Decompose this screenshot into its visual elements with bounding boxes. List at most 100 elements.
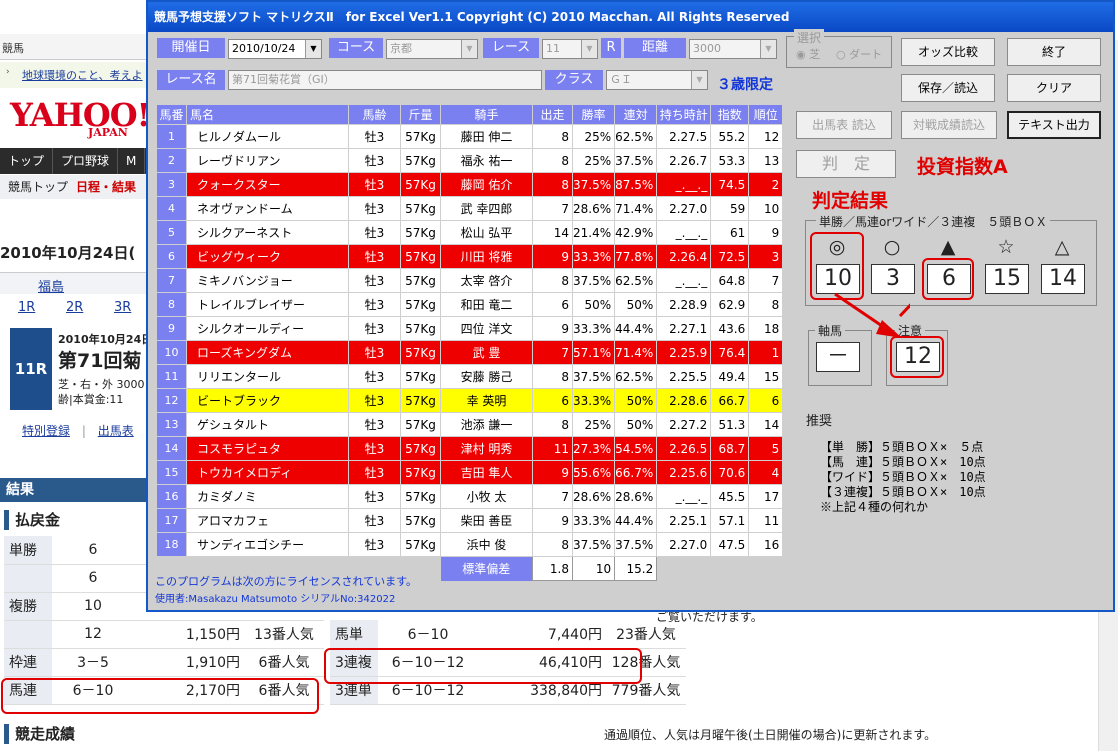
index-value: 66.7 — [710, 388, 750, 413]
table-row[interactable]: 14 コスモラピュタ 牡3 57Kg 津村 明秀 11 27.3% 54.5% 2.26.5 68… — [156, 436, 784, 461]
index-value: 57.1 — [710, 508, 750, 533]
best-time: _.__._ — [656, 484, 712, 509]
table-row[interactable]: 10 ローズキングダム 牡3 57Kg 武 豊 7 57.1% 71.4% 2.25.9 76.4… — [156, 340, 784, 365]
table-row[interactable]: 8 トレイルブレイザー 牡3 57Kg 和田 竜二 6 50% 50% 2.28.9 62.9 8 — [156, 292, 784, 317]
win-rate: 25% — [571, 124, 616, 149]
rank: 15 — [748, 364, 784, 389]
payout-number: 6－10 — [378, 620, 478, 649]
highlight-caution — [890, 336, 944, 378]
rank: 14 — [748, 412, 784, 437]
win-rate: 57.1% — [571, 340, 616, 365]
exit-button[interactable]: 終了 — [1007, 38, 1101, 66]
nav-item[interactable]: プロ野球 — [53, 148, 119, 174]
horse-weight: 57Kg — [400, 124, 441, 149]
race-select[interactable]: 11 ▼ — [542, 39, 598, 59]
radio-dirt[interactable]: ○ ダート — [836, 46, 882, 62]
special-registration-link[interactable]: 特別登録 — [22, 424, 70, 438]
win-rate: 28.6% — [571, 484, 616, 509]
ticker-link[interactable]: 地球環境のこと、考えよ — [22, 67, 143, 83]
col-header: 馬番 — [156, 104, 187, 125]
best-time: _.__._ — [656, 172, 712, 197]
judge-button[interactable]: 判 定 — [796, 150, 896, 178]
index-value: 76.4 — [710, 340, 750, 365]
table-row[interactable]: 18 サンディエゴシチー 牡3 57Kg 浜中 俊 8 37.5% 37.5% 2.27.0 47… — [156, 532, 784, 557]
win-rate: 33.3% — [571, 508, 616, 533]
result-bar: 結果 — [0, 478, 148, 502]
yahoo-logo[interactable]: YAHOO! JAPAN — [10, 96, 151, 139]
subnav-item[interactable]: 競馬トップ — [0, 180, 76, 194]
table-row[interactable]: 6 ビッグウィーク 牡3 57Kg 川田 将雅 9 33.3% 77.8% 2.26.4 72.5… — [156, 244, 784, 269]
load-entries-button[interactable]: 出馬表 読込 — [796, 111, 892, 139]
course-select[interactable]: 京都 ▼ — [386, 39, 478, 59]
nav-item[interactable]: M — [118, 148, 146, 174]
chevron-down-icon: ▼ — [461, 40, 477, 58]
racename-field[interactable]: 第71回菊花賞（GI） — [228, 70, 542, 90]
recommend-line: 【単 勝】５頭ＢＯＸ× ５点 — [820, 440, 984, 454]
table-row[interactable]: 2 レーヴドリアン 牡3 57Kg 福永 祐一 8 25% 37.5% 2.26.7 53.3 13 — [156, 148, 784, 173]
rank: 5 — [748, 436, 784, 461]
rank: 17 — [748, 484, 784, 509]
horse-number: 3 — [156, 172, 187, 197]
table-row[interactable]: 11 リリエンタール 牡3 57Kg 安藤 勝己 8 37.5% 62.5% 2.25.5 49.… — [156, 364, 784, 389]
highlight-sanrenpuku — [324, 648, 642, 684]
triangle-outline-icon: △ — [1054, 236, 1070, 258]
recommend-label: 推奨 — [806, 414, 833, 429]
table-row[interactable]: 17 アロマカフェ 牡3 57Kg 柴田 善臣 9 33.3% 44.4% 2.25.1 57.1… — [156, 508, 784, 533]
race-link[interactable]: 3R — [114, 300, 131, 315]
radio-turf[interactable]: ◉ 芝 — [796, 46, 820, 62]
place-rate: 44.4% — [614, 508, 658, 533]
index-value: 47.5 — [710, 532, 750, 557]
rank: 1 — [748, 340, 784, 365]
horse-weight: 57Kg — [400, 172, 441, 197]
browser-tab[interactable]: 競馬 — [0, 34, 146, 60]
entries-link[interactable]: 出馬表 — [98, 424, 134, 438]
nav-item[interactable]: トップ — [0, 148, 54, 174]
table-row[interactable]: 7 ミキノバンジョー 牡3 57Kg 太宰 啓介 8 37.5% 62.5% _.__._ 64.… — [156, 268, 784, 293]
win-rate: 27.3% — [571, 436, 616, 461]
best-time: 2.25.1 — [656, 508, 712, 533]
class-value: ＧＩ — [610, 73, 632, 86]
clear-button[interactable]: クリア — [1007, 74, 1101, 102]
race-link[interactable]: 1R — [18, 300, 35, 315]
place-rate: 71.4% — [614, 196, 658, 221]
horse-number: 7 — [156, 268, 187, 293]
horse-name: トウカイメロディ — [186, 460, 349, 485]
subnav-item-active[interactable]: 日程・結果 — [76, 180, 136, 194]
distance-select[interactable]: 3000 ▼ — [689, 39, 777, 59]
class-select[interactable]: ＧＩ ▼ — [606, 70, 708, 90]
table-row[interactable]: 4 ネオヴァンドーム 牡3 57Kg 武 幸四郎 7 28.6% 71.4% 2.27.0 59 1… — [156, 196, 784, 221]
table-row[interactable]: 3 クォークスター 牡3 57Kg 藤岡 佑介 8 37.5% 87.5% _.__._ 74.5… — [156, 172, 784, 197]
tanana-icon: ▲ — [940, 236, 956, 258]
table-row[interactable]: 13 ゲシュタルト 牡3 57Kg 池添 謙一 8 25% 50% 2.27.2 51.3 14 — [156, 412, 784, 437]
date-select[interactable]: 2010/10/24 ▼ — [228, 39, 322, 59]
horse-age: 牡3 — [348, 340, 401, 365]
horse-name: トレイルブレイザー — [186, 292, 349, 317]
text-output-button[interactable]: テキスト出力 — [1007, 111, 1101, 139]
table-row[interactable]: 5 シルクアーネスト 牡3 57Kg 松山 弘平 14 21.4% 42.9% _.__._ 61… — [156, 220, 784, 245]
table-row[interactable]: 1 ヒルノダムール 牡3 57Kg 藤田 伸二 8 25% 62.5% 2.27.5 55.2 12 — [156, 124, 784, 149]
col-header: 勝率 — [571, 104, 616, 125]
starts: 6 — [532, 292, 573, 317]
horse-number: 11 — [156, 364, 187, 389]
place-rate: 50% — [614, 412, 658, 437]
table-row[interactable]: 16 カミダノミ 牡3 57Kg 小牧 太 7 28.6% 28.6% _.__._ 45.5 17 — [156, 484, 784, 509]
jockey-name: 藤岡 佑介 — [440, 172, 533, 197]
best-time: 2.27.2 — [656, 412, 712, 437]
horse-name: リリエンタール — [186, 364, 349, 389]
venue-tab[interactable]: 福島 — [38, 276, 64, 295]
jockey-name: 松山 弘平 — [440, 220, 533, 245]
horse-weight: 57Kg — [400, 196, 441, 221]
load-matchups-button[interactable]: 対戦成績読込 — [901, 111, 997, 139]
payout-row: 枠連 3－5 1,910円 6番人気 — [4, 648, 324, 677]
save-load-button[interactable]: 保存／読込 — [901, 74, 995, 102]
best-time: 2.27.0 — [656, 196, 712, 221]
table-row[interactable]: 9 シルクオールディー 牡3 57Kg 四位 洋文 9 33.3% 44.4% 2.27.1 43… — [156, 316, 784, 341]
payout-rank: 23番人気 — [606, 620, 686, 649]
table-row[interactable]: 12 ビートブラック 牡3 57Kg 幸 英明 6 33.3% 50% 2.28.6 66.7 6 — [156, 388, 784, 413]
odds-compare-button[interactable]: オッズ比較 — [901, 38, 995, 66]
race-link[interactable]: 2R — [66, 300, 83, 315]
place-rate: 77.8% — [614, 244, 658, 269]
table-row[interactable]: 15 トウカイメロディ 牡3 57Kg 吉田 隼人 9 55.6% 66.7% 2.25.6 70… — [156, 460, 784, 485]
jockey-name: 四位 洋文 — [440, 316, 533, 341]
win-rate: 37.5% — [571, 172, 616, 197]
